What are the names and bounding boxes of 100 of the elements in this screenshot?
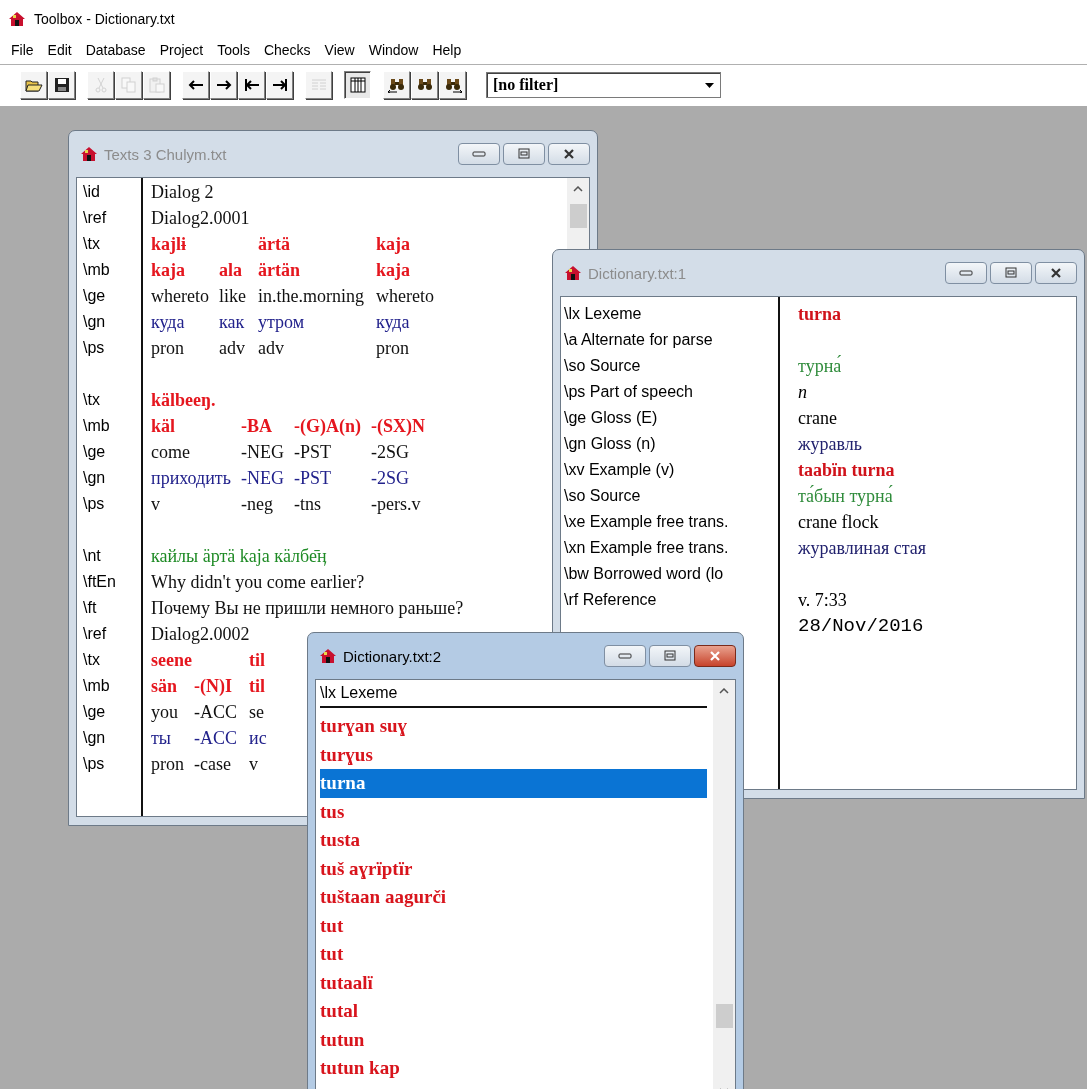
minimize-button[interactable] (458, 143, 500, 165)
list-item[interactable]: turɣus (320, 740, 707, 769)
field-marker: \ge (83, 286, 107, 306)
menu-item[interactable]: Database (78, 42, 153, 58)
gloss-word: like (219, 285, 246, 308)
gloss-word: -neg (240, 493, 274, 516)
close-icon (562, 148, 576, 160)
minimize-icon (618, 652, 632, 660)
gloss-word: til (249, 675, 266, 698)
gloss-word: -2SG (370, 467, 410, 490)
list-item[interactable]: tut (320, 940, 707, 969)
menu-item[interactable]: Edit (40, 42, 79, 58)
field-marker: \mb (83, 260, 111, 280)
minimize-button[interactable] (604, 645, 646, 667)
gloss-word: -2SG (370, 441, 410, 464)
menu-item[interactable]: Window (361, 42, 426, 58)
list-item[interactable]: tutun (320, 1025, 707, 1054)
field-label: \xn Example free trans. (564, 539, 729, 556)
gloss-word: утром (258, 311, 306, 334)
gloss-word: kaja (151, 259, 186, 282)
menu-item[interactable]: Tools (210, 42, 257, 58)
arrow-left-icon (187, 79, 204, 91)
field-value: crane flock (798, 512, 879, 532)
list-item[interactable]: tuštaan aagurči (320, 883, 707, 912)
field-label: \gn Gloss (n) (564, 435, 656, 452)
gloss-word: -ACC (194, 701, 237, 724)
grid-icon (349, 77, 366, 93)
gloss-word: pron (151, 337, 185, 360)
folder-icon (24, 77, 43, 93)
menu-item[interactable]: View (317, 42, 362, 58)
window-title: Dictionary.txt:2 (343, 647, 442, 665)
field-marker: \gn (83, 728, 107, 748)
close-icon (708, 650, 722, 662)
field-value: n (798, 382, 807, 402)
close-button[interactable] (1035, 262, 1077, 284)
menu-item[interactable]: Project (152, 42, 211, 58)
scroll-up-icon[interactable] (573, 186, 583, 192)
field-label: \lx Lexeme (564, 305, 642, 322)
gloss-word: приходить (151, 467, 231, 490)
gloss-word: v (151, 493, 161, 516)
field-marker: \ref (83, 624, 108, 644)
field-marker: \mb (83, 416, 111, 436)
gloss-word: v (249, 753, 259, 776)
scroll-thumb[interactable] (715, 1004, 733, 1028)
scroll-up-icon[interactable] (719, 688, 729, 694)
gloss-word: -(N)I (194, 675, 233, 698)
menu-item[interactable]: File (4, 42, 41, 58)
minimize-icon (959, 269, 973, 277)
list-item[interactable]: turɣan suɣ (320, 712, 707, 741)
filter-dropdown[interactable]: [no filter] (486, 72, 721, 98)
close-button[interactable] (694, 645, 736, 667)
field-label: \ps Part of speech (564, 383, 693, 400)
list-item[interactable]: tutal (320, 997, 707, 1026)
gloss-word: куда (151, 311, 186, 334)
list-item[interactable]: tut (320, 911, 707, 940)
field-value: turna (798, 304, 841, 324)
column-header: \lx Lexeme (320, 684, 398, 701)
gloss-word: pron (376, 337, 410, 360)
field-value: v. 7:33 (798, 590, 847, 610)
window-title: Dictionary.txt:1 (588, 264, 687, 282)
gloss-word: adv (219, 337, 246, 360)
list-item[interactable]: turna (320, 769, 707, 798)
copy-icon (120, 77, 137, 93)
gloss-word: -NEG (240, 441, 284, 464)
gloss-word: -PST (293, 467, 332, 490)
menu-item[interactable]: Help (425, 42, 469, 58)
gloss-word: -PST (293, 441, 332, 464)
field-marker: \ps (83, 754, 106, 774)
list-item[interactable]: tutaalï (320, 968, 707, 997)
gloss-word: whereto (151, 285, 209, 308)
list-item[interactable]: tus (320, 797, 707, 826)
minimize-icon (472, 150, 486, 158)
gloss-word: ala (219, 259, 243, 282)
gloss-word: -NEG (240, 467, 284, 490)
close-button[interactable] (548, 143, 590, 165)
field-marker: \ref (83, 208, 108, 228)
toolbar-button[interactable] (344, 71, 371, 99)
house-icon (80, 146, 98, 162)
list-item[interactable]: tutun kap (320, 1054, 707, 1083)
gloss-word: in.the.morning (258, 285, 364, 308)
list-item[interactable]: tusta (320, 826, 707, 855)
gloss-word: ты (151, 727, 172, 750)
gloss-word: kaja (376, 259, 411, 282)
field-value: журавль (798, 434, 862, 454)
house-icon (8, 11, 26, 27)
gloss-word: куда (376, 311, 411, 334)
floppy-icon (53, 77, 70, 93)
menu-item[interactable]: Checks (256, 42, 318, 58)
field-value: журавлиная стая (798, 538, 927, 558)
field-marker: \ps (83, 338, 106, 358)
house-icon (319, 648, 337, 664)
scroll-thumb[interactable] (569, 204, 587, 228)
minimize-button[interactable] (945, 262, 987, 284)
clipboard-icon (148, 77, 165, 93)
field-value: кайлы äртä kaja кäлбе̄ӊ (151, 546, 327, 566)
gloss-word: -BA (240, 415, 273, 438)
field-value: турна́ (798, 356, 842, 376)
list-item[interactable]: tuš aɣrïptïr (320, 854, 707, 883)
field-marker: \gn (83, 468, 107, 488)
field-label: \a Alternate for parse (564, 331, 713, 348)
